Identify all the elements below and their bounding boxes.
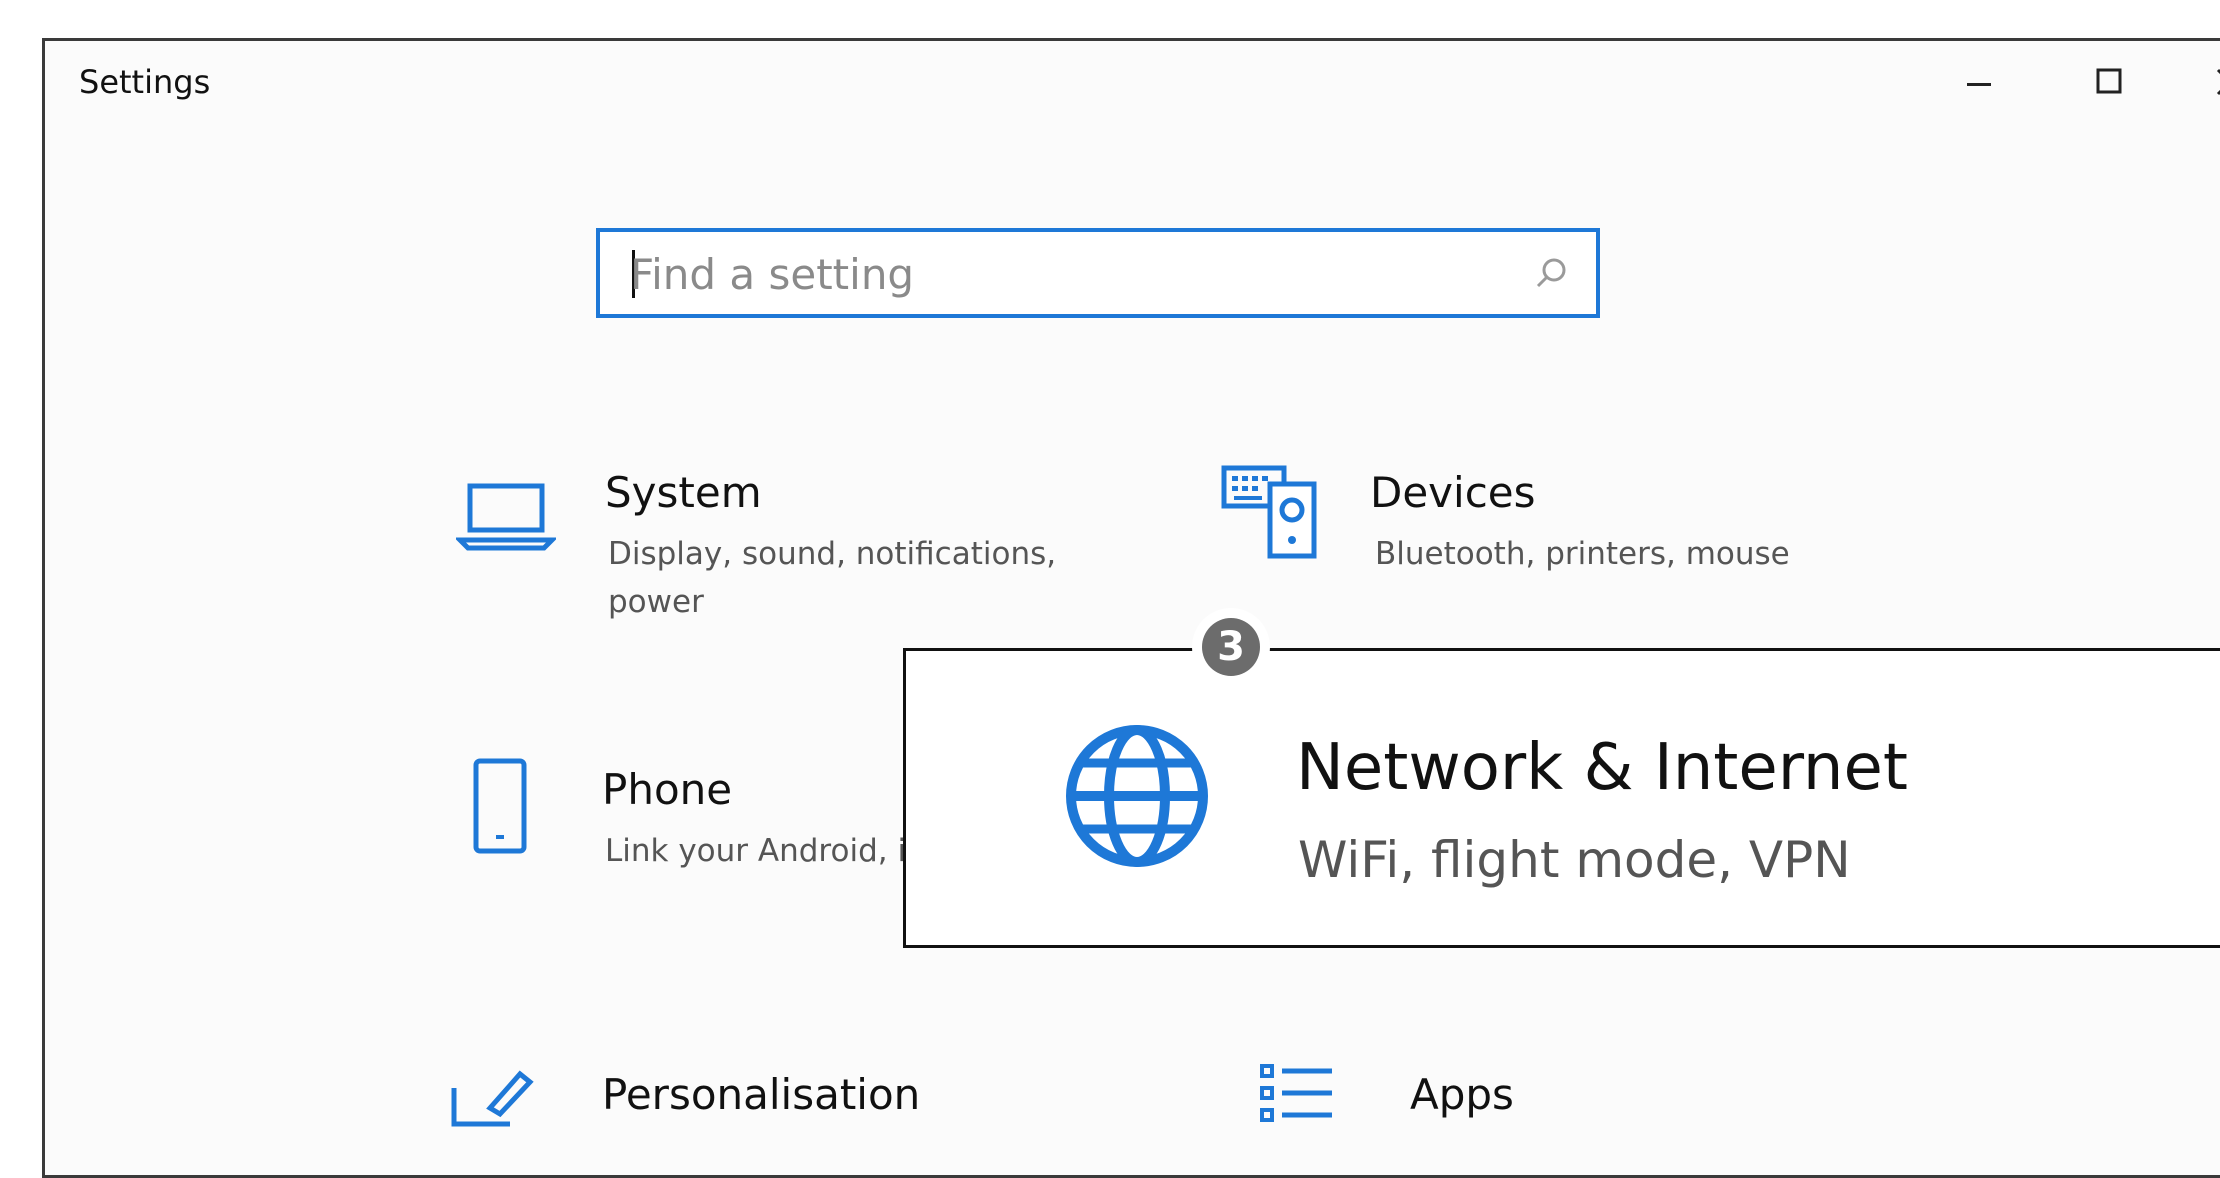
search-box[interactable]: [596, 228, 1600, 318]
search-icon[interactable]: [1530, 254, 1570, 294]
minimize-icon: [1967, 83, 1991, 86]
maximize-button[interactable]: [2075, 55, 2145, 109]
search-input[interactable]: [628, 232, 1532, 316]
tile-description: Link your Android, iP: [605, 833, 925, 869]
tile-label: System: [605, 468, 762, 517]
callout-title: Network & Internet: [1296, 731, 1908, 805]
globe-icon: [1066, 725, 1208, 867]
callout-description: WiFi, flight mode, VPN: [1298, 831, 1851, 889]
tile-description: Bluetooth, printers, mouse: [1375, 536, 1790, 572]
tile-description: Display, sound, notifications, power: [608, 536, 1057, 620]
step-number-badge: 3: [1202, 618, 1260, 676]
apps-icon: [1260, 1064, 1332, 1122]
phone-icon: [473, 758, 527, 854]
network-internet-callout[interactable]: Network & Internet WiFi, flight mode, VP…: [903, 648, 2220, 948]
tile-personalisation[interactable]: Personalisation: [440, 1060, 1140, 1127]
tile-system[interactable]: System Display, sound, notifications, po…: [440, 460, 1140, 640]
minimize-button[interactable]: [1945, 55, 2015, 109]
tile-label: Apps: [1410, 1070, 1514, 1119]
tile-label: Devices: [1370, 468, 1536, 517]
tile-phone[interactable]: Phone Link your Android, iP: [440, 755, 940, 895]
tile-apps[interactable]: Apps: [1240, 1060, 1740, 1122]
tile-label: Phone: [602, 765, 733, 814]
laptop-icon: [456, 483, 556, 551]
personalisation-icon: [451, 1070, 534, 1127]
devices-icon: [1221, 465, 1317, 559]
tile-label: Personalisation: [602, 1070, 921, 1119]
maximize-icon: [2096, 68, 2122, 94]
window-title: Settings: [79, 63, 211, 101]
close-icon: [2216, 68, 2220, 96]
tile-devices[interactable]: Devices Bluetooth, printers, mouse: [1200, 460, 2000, 600]
close-button[interactable]: [2195, 55, 2220, 109]
